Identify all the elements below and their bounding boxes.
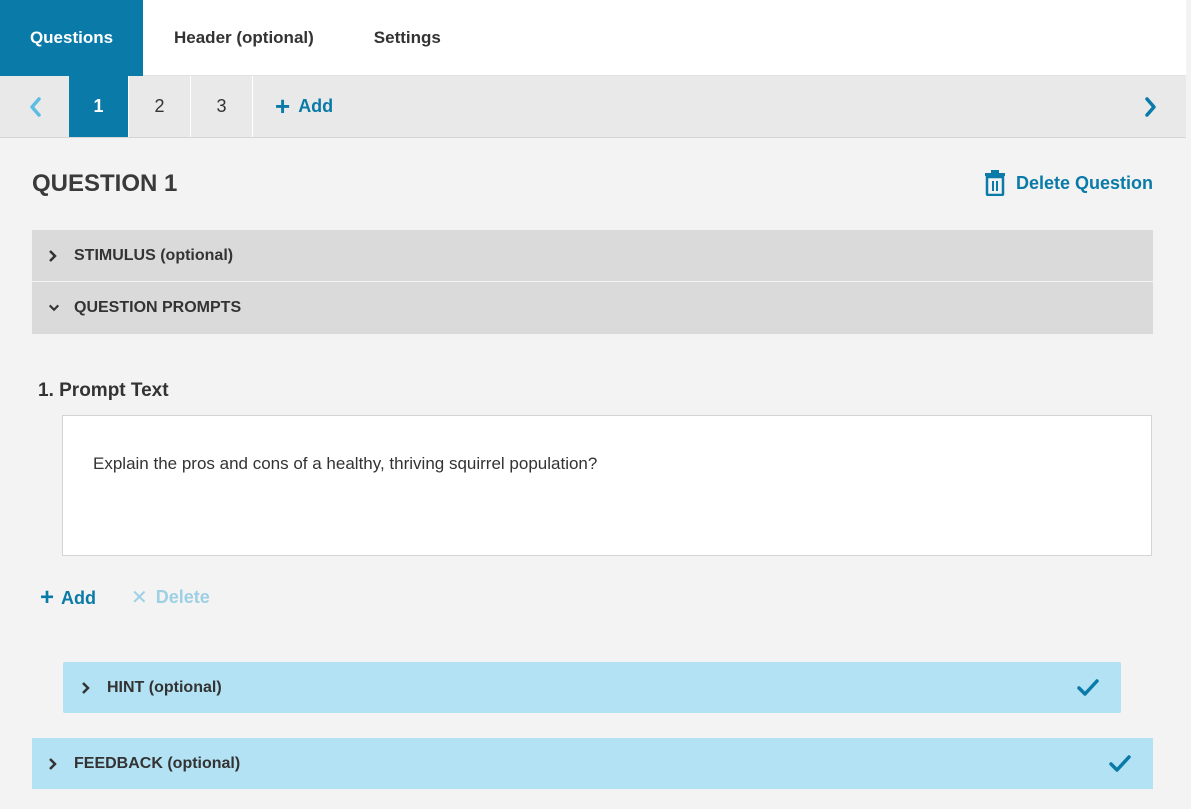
chevron-right-icon [48, 757, 60, 771]
feedback-section-toggle[interactable]: FEEDBACK (optional) [32, 738, 1153, 789]
question-tab-3[interactable]: 3 [191, 76, 253, 137]
hint-label: HINT (optional) [107, 678, 222, 696]
add-prompt-button[interactable]: + Add [40, 584, 96, 612]
prompt-text: Explain the pros and cons of a healthy, … [93, 454, 598, 473]
chevron-down-icon [48, 303, 60, 313]
tab-header[interactable]: Header (optional) [143, 0, 314, 76]
prompt-label: 1. Prompt Text [38, 380, 169, 401]
delete-prompt-button[interactable]: ✕ Delete [131, 585, 210, 610]
question-tab-2[interactable]: 2 [129, 76, 191, 137]
chevron-right-icon[interactable] [1116, 76, 1186, 137]
question-title: QUESTION 1 [32, 170, 178, 197]
question-nav: 1 2 3 + Add [0, 76, 1186, 138]
plus-icon: + [275, 91, 291, 121]
check-icon [1109, 754, 1131, 773]
close-icon: ✕ [131, 587, 148, 609]
tab-questions[interactable]: Questions [0, 0, 143, 76]
stimulus-section-toggle[interactable]: STIMULUS (optional) [32, 230, 1153, 281]
add-question-label: Add [298, 96, 334, 116]
hint-section-toggle[interactable]: HINT (optional) [63, 662, 1121, 713]
tab-settings[interactable]: Settings [314, 0, 441, 76]
delete-question-label: Delete Question [1015, 172, 1153, 193]
question-tab-1[interactable]: 1 [69, 76, 129, 137]
stimulus-label: STIMULUS (optional) [74, 246, 234, 264]
trash-icon [984, 170, 1005, 196]
delete-prompt-label: Delete [155, 587, 210, 607]
chevron-right-icon [48, 249, 60, 263]
top-tab-bar: Questions Header (optional) Settings [0, 0, 1186, 76]
chevron-left-icon[interactable] [0, 76, 69, 137]
delete-question-button[interactable]: Delete Question [984, 170, 1153, 196]
check-icon [1077, 678, 1099, 697]
add-prompt-label: Add [61, 587, 97, 608]
feedback-label: FEEDBACK (optional) [74, 754, 241, 772]
chevron-right-icon [81, 681, 93, 695]
question-prompts-label: QUESTION PROMPTS [74, 299, 242, 316]
prompt-text-field[interactable]: Explain the pros and cons of a healthy, … [62, 415, 1152, 556]
plus-icon: + [40, 584, 55, 611]
question-prompts-section-toggle[interactable]: QUESTION PROMPTS [32, 282, 1153, 334]
add-question-button[interactable]: + Add [253, 76, 333, 137]
